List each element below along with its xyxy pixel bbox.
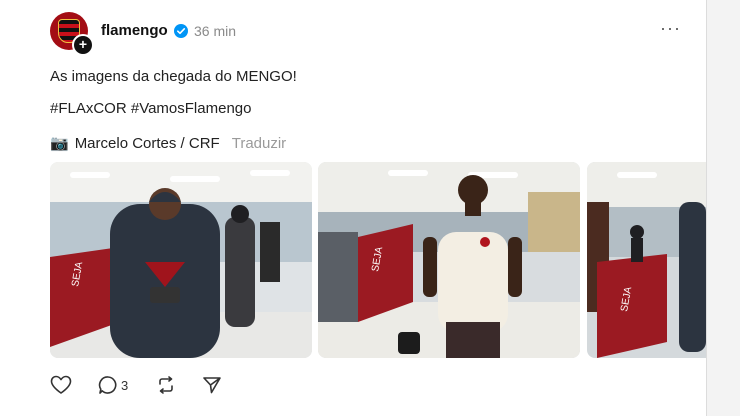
post-hashtags[interactable]: #FLAxCOR #VamosFlamengo (50, 100, 251, 117)
reply-button[interactable]: 3 (98, 374, 128, 396)
post-photo-3[interactable]: SEJA (587, 162, 706, 358)
camera-icon: 📷 (50, 135, 69, 152)
follow-plus-icon[interactable]: + (72, 34, 94, 56)
reply-count: 3 (121, 377, 129, 393)
post-timestamp: 36 min (194, 23, 237, 39)
post-photo-1[interactable]: SEJA (50, 162, 312, 358)
photo-credit-text: Marcelo Cortes / CRF (74, 134, 220, 152)
repost-button[interactable] (156, 374, 176, 396)
share-button[interactable] (202, 374, 222, 396)
send-icon (203, 377, 221, 394)
post-text: As imagens da chegada do MENGO! (50, 68, 297, 85)
like-button[interactable] (50, 374, 72, 396)
comment-icon (98, 376, 117, 394)
verified-check-icon (174, 24, 188, 38)
username[interactable]: flamengo (101, 22, 168, 39)
repost-icon (159, 376, 173, 394)
post-photo-2[interactable]: SEJA (318, 162, 580, 358)
post-card: + flamengo 36 min ··· As imagens da cheg… (0, 0, 707, 416)
heart-icon (50, 375, 72, 394)
more-options-button[interactable]: ··· (660, 18, 681, 39)
photo-credit: 📷 Marcelo Cortes / CRF Traduzir (50, 134, 286, 153)
translate-link[interactable]: Traduzir (232, 135, 286, 152)
action-bar: 3 (50, 374, 250, 398)
